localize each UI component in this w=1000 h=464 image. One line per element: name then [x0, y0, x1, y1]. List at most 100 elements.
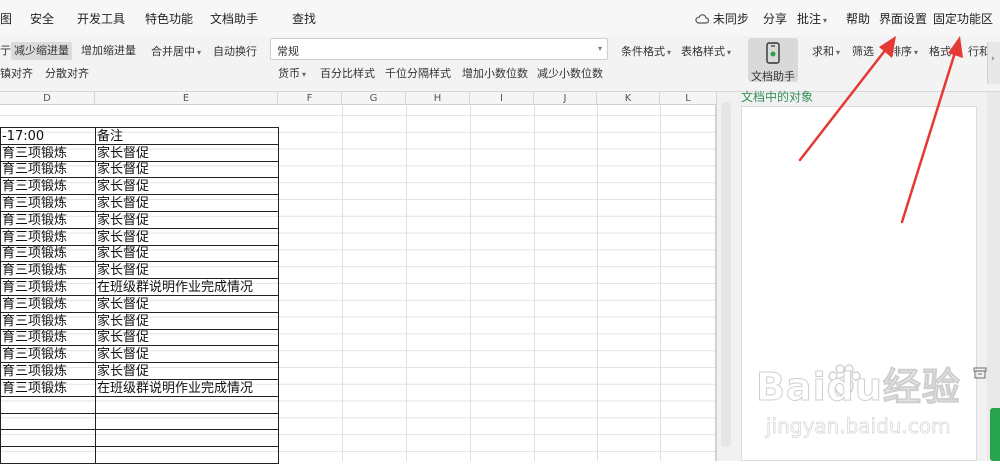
- column-header-i[interactable]: I: [470, 92, 534, 105]
- cell-d[interactable]: 育三项锻炼: [0, 278, 96, 296]
- cell-e[interactable]: 在班级群说明作业完成情况: [95, 278, 279, 296]
- cell-e[interactable]: 家长督促: [95, 177, 279, 196]
- side-scroll-indicator[interactable]: [990, 408, 1000, 461]
- cell-e[interactable]: 家长督促: [95, 143, 279, 162]
- watermark-url: jingyan.baidu.com: [766, 414, 951, 439]
- indent-partial-icon[interactable]: 亍: [0, 44, 11, 58]
- percent-style-button[interactable]: 百分比样式: [320, 67, 375, 81]
- cell-e[interactable]: 家长督促: [95, 244, 279, 263]
- column-header-g[interactable]: G: [342, 92, 406, 105]
- cell-e[interactable]: 备注: [95, 127, 279, 145]
- distributed-align-button[interactable]: 分散对齐: [45, 67, 89, 81]
- cell-d[interactable]: 育三项锻炼: [0, 160, 96, 179]
- cloud-icon: [695, 14, 710, 24]
- conditional-format-button[interactable]: 条件格式 ▾: [621, 45, 671, 60]
- cell-d[interactable]: [0, 429, 96, 448]
- cell-e[interactable]: 家长督促: [95, 160, 279, 179]
- column-header-e[interactable]: E: [95, 92, 278, 105]
- table-style-button[interactable]: 表格样式 ▾: [681, 45, 731, 60]
- cell-e[interactable]: [95, 395, 279, 414]
- sync-status[interactable]: 未同步: [695, 12, 749, 26]
- menu-bar: 图 安全 开发工具 特色功能 文档助手 查找 未同步 分享 批注 ▾ 帮助 界面设…: [0, 0, 1000, 36]
- cell-d[interactable]: 育三项锻炼: [0, 244, 96, 263]
- cell-e[interactable]: 家长督促: [95, 294, 279, 313]
- cell-e[interactable]: 家长督促: [95, 227, 279, 246]
- table-row: 育三项锻炼 家长督促: [0, 244, 279, 263]
- cell-e[interactable]: 家长督促: [95, 328, 279, 347]
- menu-special-features[interactable]: 特色功能: [145, 12, 193, 26]
- spreadsheet-grid[interactable]: -17:00 备注 育三项锻炼 家长督促 育三项锻炼 家长督促 育三项锻炼 家长督促 育三项锻炼…: [0, 105, 716, 464]
- comment-menu[interactable]: 批注 ▾: [797, 12, 827, 28]
- currency-button[interactable]: 货币 ▾: [278, 67, 306, 82]
- data-table: -17:00 备注 育三项锻炼 家长督促 育三项锻炼 家长督促 育三项锻炼 家长督促 育三项锻炼…: [0, 127, 279, 464]
- cell-e[interactable]: [95, 412, 279, 431]
- cell-d[interactable]: 育三项锻炼: [0, 311, 96, 330]
- menu-developer-tools[interactable]: 开发工具: [77, 12, 125, 26]
- help-button[interactable]: 帮助: [846, 12, 870, 26]
- fixed-ribbon-button[interactable]: 固定功能区: [933, 12, 993, 26]
- grid-line: [406, 105, 407, 461]
- distributed-align-partial-button[interactable]: 镇对齐: [0, 67, 33, 81]
- cell-d[interactable]: 育三项锻炼: [0, 362, 96, 380]
- number-format-select[interactable]: 常规 ▾: [270, 38, 608, 60]
- filter-button[interactable]: 筛选: [852, 45, 874, 59]
- column-header-j[interactable]: J: [534, 92, 597, 105]
- ribbon-scroll-right[interactable]: ›: [987, 42, 1000, 84]
- cell-e[interactable]: 家长督促: [95, 194, 279, 212]
- cell-e[interactable]: 在班级群说明作业完成情况: [95, 378, 279, 397]
- merge-center-button[interactable]: 合并居中 ▾: [151, 45, 201, 60]
- doc-assistant-button[interactable]: 文档助手: [748, 38, 798, 83]
- chevron-down-icon: ▾: [836, 48, 841, 57]
- increase-indent-button[interactable]: 增加缩进量: [81, 44, 136, 58]
- cell-d[interactable]: 育三项锻炼: [0, 345, 96, 364]
- thousands-style-button[interactable]: 千位分隔样式: [385, 67, 451, 81]
- share-button[interactable]: 分享: [763, 12, 787, 26]
- sort-button[interactable]: 排序 ▾: [890, 45, 918, 60]
- table-row: 育三项锻炼 家长督促: [0, 227, 279, 246]
- cell-d[interactable]: 育三项锻炼: [0, 261, 96, 280]
- cell-d[interactable]: 育三项锻炼: [0, 378, 96, 397]
- format-button[interactable]: 格式 ▾: [929, 45, 957, 60]
- cell-e[interactable]: 家长督促: [95, 261, 279, 280]
- cell-e[interactable]: 家长督促: [95, 311, 279, 330]
- grid-line: [342, 105, 343, 461]
- decrease-decimal-button[interactable]: 减少小数位数: [537, 67, 603, 81]
- cell-d[interactable]: [0, 395, 96, 414]
- auto-wrap-button[interactable]: 自动换行: [213, 45, 257, 59]
- menu-item-partial[interactable]: 图: [0, 12, 12, 26]
- increase-decimal-button[interactable]: 增加小数位数: [462, 67, 528, 81]
- cell-d[interactable]: 育三项锻炼: [0, 227, 96, 246]
- cell-d[interactable]: 育三项锻炼: [0, 143, 96, 162]
- cell-e[interactable]: 家长督促: [95, 362, 279, 380]
- cell-d[interactable]: 育三项锻炼: [0, 210, 96, 229]
- pane-scrollbar[interactable]: [721, 102, 731, 447]
- conditional-format-label: 条件格式: [621, 45, 665, 58]
- menu-find[interactable]: 查找: [292, 12, 316, 26]
- cell-d[interactable]: 育三项锻炼: [0, 194, 96, 212]
- table-row: 育三项锻炼 家长督促: [0, 362, 279, 380]
- grid-line: [660, 105, 661, 461]
- cell-d[interactable]: 育三项锻炼: [0, 294, 96, 313]
- table-row: 育三项锻炼 家长督促: [0, 261, 279, 280]
- cell-d[interactable]: -17:00: [0, 127, 96, 145]
- cell-d[interactable]: [0, 412, 96, 431]
- ui-settings-button[interactable]: 界面设置: [879, 12, 927, 26]
- table-row: 育三项锻炼 家长督促: [0, 160, 279, 179]
- menu-doc-assistant[interactable]: 文档助手: [210, 12, 258, 26]
- menu-security[interactable]: 安全: [30, 12, 54, 26]
- cell-e[interactable]: [95, 429, 279, 448]
- cell-d[interactable]: 育三项锻炼: [0, 328, 96, 347]
- sum-button[interactable]: 求和 ▾: [812, 45, 840, 60]
- decrease-indent-button[interactable]: 减少缩进量: [11, 42, 72, 60]
- cell-d[interactable]: 育三项锻炼: [0, 177, 96, 196]
- cell-e[interactable]: 家长督促: [95, 210, 279, 229]
- column-header-l[interactable]: L: [660, 92, 716, 105]
- chevron-down-icon: ▾: [302, 70, 307, 79]
- column-header-f[interactable]: F: [278, 92, 342, 105]
- comment-label: 批注: [797, 12, 822, 26]
- cell-e[interactable]: 家长督促: [95, 345, 279, 364]
- column-header-d[interactable]: D: [0, 92, 95, 105]
- table-row: [0, 429, 279, 448]
- column-header-k[interactable]: K: [597, 92, 660, 105]
- column-header-h[interactable]: H: [406, 92, 470, 105]
